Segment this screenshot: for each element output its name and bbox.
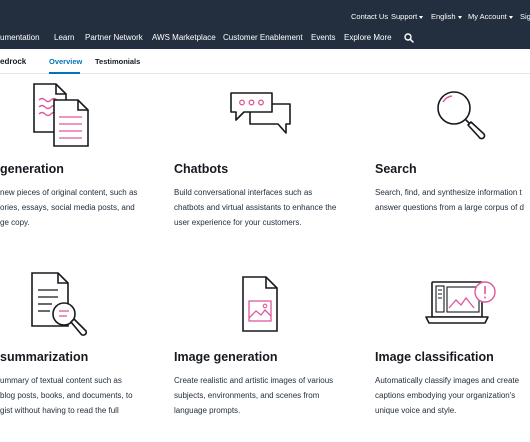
chevron-down-icon — [419, 15, 424, 19]
nav-item-learn[interactable]: Learn — [54, 33, 74, 42]
utility-bar: Contact Us Support English My Account Si… — [0, 0, 530, 30]
my-account-menu[interactable]: My Account — [468, 12, 513, 21]
laptop-alert-icon — [425, 281, 496, 324]
active-tab-indicator — [49, 72, 80, 74]
nav-item-events[interactable]: Events — [311, 33, 335, 42]
image-file-icon — [242, 276, 278, 332]
language-label: English — [431, 12, 456, 21]
my-account-label: My Account — [468, 12, 507, 21]
tab-testimonials[interactable]: Testimonials — [95, 57, 140, 66]
chevron-down-icon — [508, 15, 513, 19]
chat-bubbles-icon — [230, 92, 291, 134]
document-search-icon — [31, 272, 88, 336]
document-generation-icon — [33, 83, 89, 147]
product-sub-nav: edrock Overview Testimonials — [0, 49, 530, 74]
nav-item-partner-network[interactable]: Partner Network — [85, 33, 143, 42]
feature-title-text-generation: generation — [0, 162, 64, 176]
nav-item-aws-marketplace[interactable]: AWS Marketplace — [152, 33, 216, 42]
feature-title-chatbots: Chatbots — [174, 162, 229, 176]
feature-desc-image-generation: Create realistic and artistic images of … — [174, 376, 334, 415]
magnifying-glass-icon — [437, 91, 486, 140]
support-label: Support — [391, 12, 418, 21]
sign-in-link[interactable]: Sig — [520, 12, 530, 21]
feature-title-image-classification: Image classification — [375, 350, 494, 364]
feature-desc-image-classification: Automatically classify images and create… — [375, 376, 520, 415]
nav-item-explore-more[interactable]: Explore More — [344, 33, 392, 42]
language-menu[interactable]: English — [431, 12, 462, 21]
chevron-down-icon — [457, 15, 462, 19]
feature-title-image-generation: Image generation — [174, 350, 278, 364]
nav-item-customer-enablement[interactable]: Customer Enablement — [223, 33, 303, 42]
main-nav: umentation Learn Partner Network AWS Mar… — [0, 30, 530, 49]
feature-desc-chatbots: Build conversational interfaces such as … — [174, 188, 337, 227]
product-name[interactable]: edrock — [0, 57, 26, 66]
contact-us-link[interactable]: Contact Us — [351, 12, 388, 21]
feature-title-text-summarization: summarization — [0, 350, 89, 364]
support-menu[interactable]: Support — [391, 12, 424, 21]
feature-desc-text-generation: new pieces of original content, such as … — [0, 188, 138, 227]
search-icon[interactable] — [404, 33, 414, 43]
feature-desc-search: Search, find, and synthesize information… — [375, 188, 524, 212]
feature-title-search: Search — [375, 162, 417, 176]
nav-item-documentation[interactable]: umentation — [0, 33, 40, 42]
feature-desc-text-summarization: ummary of textual content such as blog p… — [0, 376, 133, 415]
tab-overview[interactable]: Overview — [49, 57, 82, 66]
